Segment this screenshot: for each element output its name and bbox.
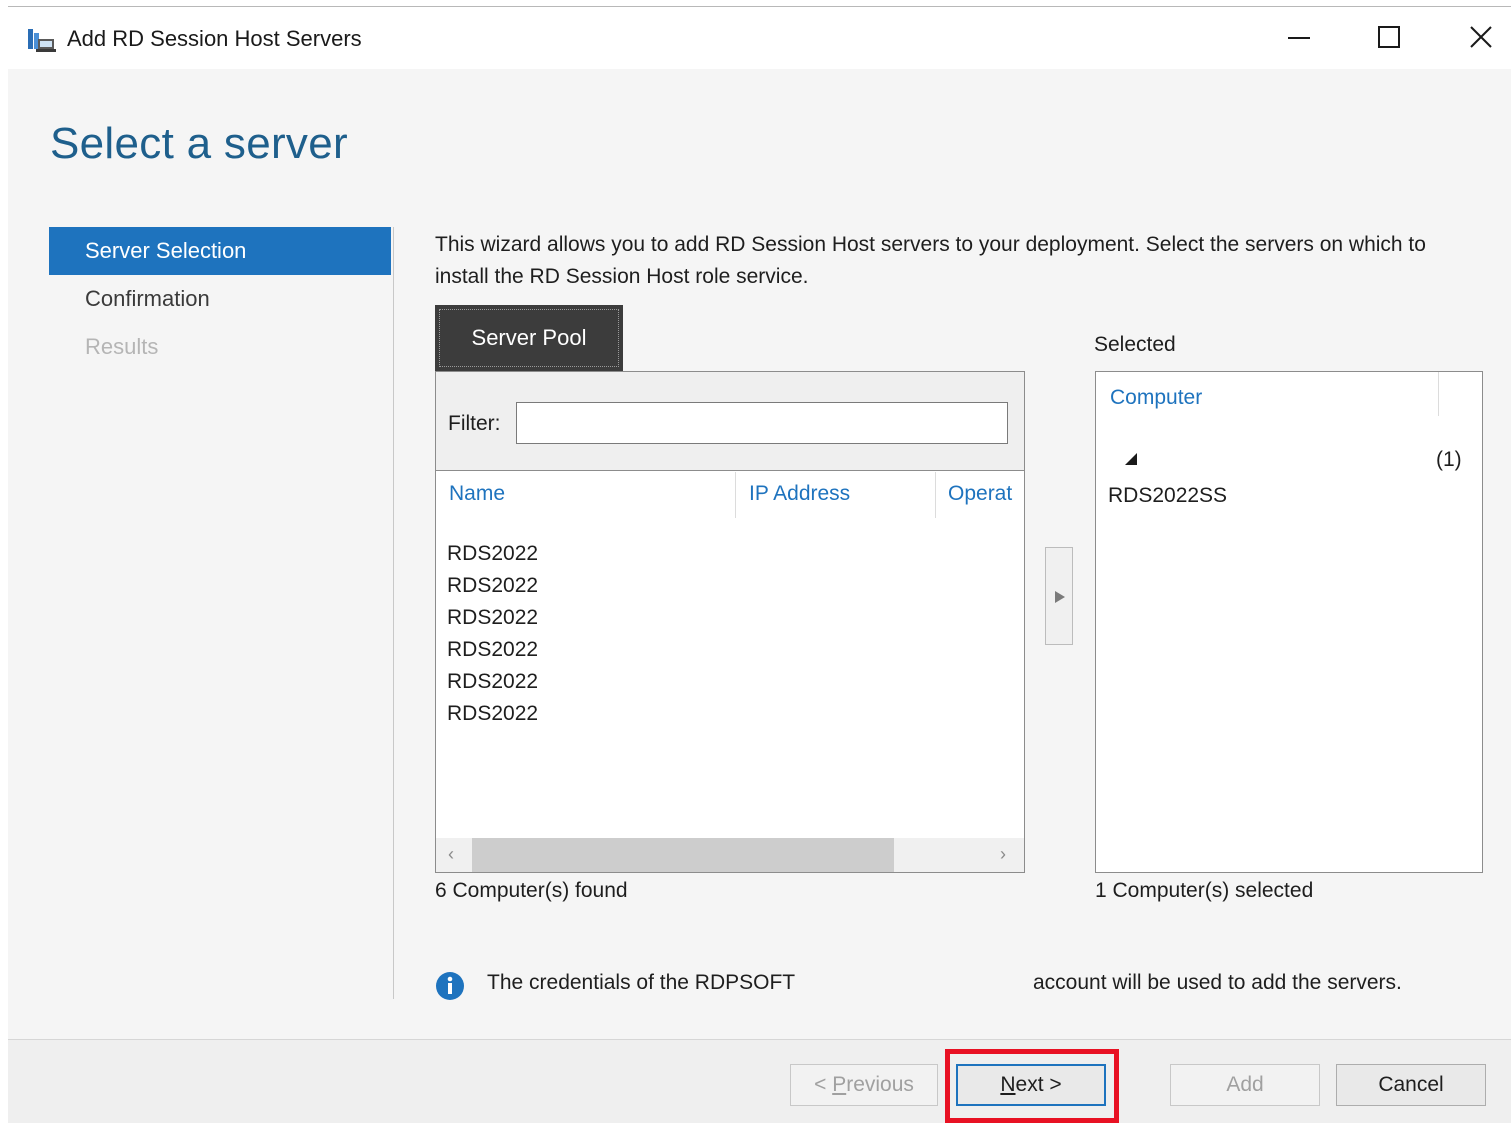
- add-button[interactable]: Add: [1170, 1064, 1320, 1106]
- collapse-caret-icon[interactable]: [1124, 452, 1138, 471]
- scrollbar-thumb[interactable]: [472, 838, 894, 872]
- nav-item-results: Results: [85, 334, 159, 359]
- maximize-button[interactable]: [1366, 17, 1412, 57]
- wizard-description: This wizard allows you to add RD Session…: [435, 233, 1426, 288]
- info-icon: [435, 971, 465, 1001]
- info-text-part2: account will be used to add the servers.: [1033, 971, 1402, 994]
- close-button[interactable]: [1458, 17, 1504, 57]
- server-row[interactable]: RDS2022: [447, 634, 1007, 666]
- nav-item-server-selection[interactable]: Server Selection: [49, 227, 391, 275]
- server-row[interactable]: RDS2022: [447, 538, 1007, 570]
- minimize-icon: [1288, 37, 1310, 39]
- server-list: RDS2022 RDS2022 RDS2022 RDS2022 RDS2022 …: [447, 538, 1007, 730]
- column-separator[interactable]: [1438, 372, 1439, 416]
- previous-rest: revious: [846, 1073, 914, 1096]
- scroll-right-icon[interactable]: ›: [1000, 844, 1006, 865]
- maximize-icon: [1378, 26, 1400, 48]
- server-row[interactable]: RDS2022: [447, 602, 1007, 634]
- server-manager-icon: [26, 27, 56, 53]
- selected-computer-item[interactable]: RDS2022SS: [1108, 484, 1227, 508]
- server-row[interactable]: RDS2022: [447, 698, 1007, 730]
- column-separator[interactable]: [935, 472, 936, 518]
- server-row[interactable]: RDS2022: [447, 570, 1007, 602]
- computers-selected-text: 1 Computer(s) selected: [1095, 879, 1314, 902]
- column-separator[interactable]: [735, 472, 736, 518]
- previous-button[interactable]: < Previous: [790, 1064, 938, 1106]
- next-button-highlight: [945, 1049, 1119, 1123]
- column-header-ip-address[interactable]: IP Address: [749, 482, 850, 506]
- selected-panel: Computer (1) RDS2022SS: [1095, 371, 1483, 873]
- page-title: Select a server: [50, 119, 348, 168]
- group-count: (1): [1436, 448, 1462, 471]
- add-to-selected-button[interactable]: [1045, 547, 1073, 645]
- filter-bar: Filter:: [436, 372, 1024, 471]
- horizontal-scrollbar[interactable]: ‹ ›: [436, 838, 1024, 872]
- wizard-footer: < Previous Next > Add Cancel: [8, 1039, 1511, 1123]
- info-text-part1: The credentials of the RDPSOFT: [487, 971, 796, 994]
- filter-input[interactable]: [516, 402, 1008, 444]
- scroll-left-icon[interactable]: ‹: [448, 844, 454, 865]
- minimize-button[interactable]: [1276, 17, 1322, 57]
- close-icon: [1470, 26, 1492, 48]
- wizard-nav: Server Selection Confirmation Results: [49, 227, 391, 371]
- window-title: Add RD Session Host Servers: [67, 26, 362, 51]
- selected-label: Selected: [1094, 333, 1176, 356]
- play-arrow-icon: [1055, 591, 1065, 603]
- column-header-name[interactable]: Name: [449, 482, 505, 506]
- computers-found-text: 6 Computer(s) found: [435, 879, 628, 902]
- previous-mnemonic: P: [832, 1073, 847, 1096]
- column-header-computer[interactable]: Computer: [1110, 386, 1202, 410]
- wizard-window: Add RD Session Host Servers Select a ser…: [8, 6, 1511, 1123]
- server-row[interactable]: RDS2022: [447, 666, 1007, 698]
- title-bar[interactable]: Add RD Session Host Servers: [8, 7, 1511, 69]
- nav-item-confirmation[interactable]: Confirmation: [49, 275, 391, 323]
- previous-prefix: <: [814, 1073, 833, 1096]
- cancel-button[interactable]: Cancel: [1336, 1064, 1486, 1106]
- nav-divider: [393, 227, 394, 999]
- filter-label: Filter:: [448, 412, 501, 435]
- column-header-operating-system[interactable]: Operat: [948, 482, 1012, 506]
- tab-server-pool[interactable]: Server Pool: [435, 305, 623, 371]
- server-pool-panel: Filter: Name IP Address Operat RDS2022 R…: [435, 371, 1025, 873]
